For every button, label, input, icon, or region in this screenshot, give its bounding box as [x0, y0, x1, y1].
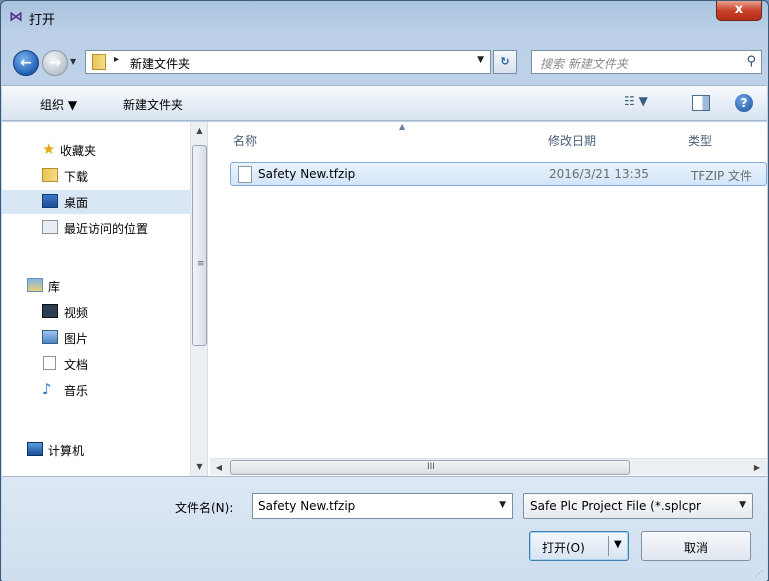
- back-arrow-icon[interactable]: ←: [13, 50, 39, 76]
- window-title: 打开: [29, 13, 56, 28]
- column-header-label: 修改日期: [548, 134, 597, 148]
- cancel-button[interactable]: 取消: [641, 531, 751, 561]
- forward-arrow-icon[interactable]: →: [42, 50, 68, 76]
- sidebar-item-music[interactable]: ♪ 音乐: [2, 378, 190, 402]
- cancel-button-label: 取消: [683, 541, 708, 555]
- breadcrumb-separator[interactable]: ▸: [114, 54, 119, 65]
- filter-value: Safe Plc Project File (*.splcpr: [530, 499, 701, 513]
- computer-icon: [27, 442, 43, 456]
- library-icon: [27, 278, 43, 292]
- sidebar-item-documents[interactable]: 文档: [2, 352, 190, 376]
- breadcrumb-current[interactable]: 新建文件夹: [130, 55, 190, 72]
- sidebar-item-label: 库: [48, 280, 61, 294]
- navigation-bar: ← → ▼ ▸ 新建文件夹 ▼ ↻ 搜索 新建文件夹 ⚲: [1, 41, 768, 81]
- sidebar-item-desktop[interactable]: 桌面: [2, 190, 190, 214]
- dialog-footer: 文件名(N): Safety New.tfzip ▼ Safe Plc Proj…: [2, 476, 767, 581]
- open-options-dropdown-icon[interactable]: ▼: [614, 539, 622, 550]
- sidebar-item-computer[interactable]: 计算机: [2, 438, 190, 462]
- column-header-label: 名称: [233, 134, 258, 148]
- sidebar-item-label: 收藏夹: [60, 144, 97, 158]
- sidebar-item-pictures[interactable]: 图片: [2, 326, 190, 350]
- help-icon[interactable]: ?: [735, 94, 753, 112]
- filename-value[interactable]: Safety New.tfzip: [258, 499, 355, 513]
- filename-dropdown-icon[interactable]: ▼: [499, 500, 506, 510]
- sidebar-item-label: 图片: [64, 332, 89, 346]
- column-header-type[interactable]: 类型: [688, 122, 767, 154]
- address-bar[interactable]: ▸ 新建文件夹 ▼: [85, 50, 491, 74]
- sidebar-item-label: 音乐: [64, 384, 89, 398]
- search-input[interactable]: 搜索 新建文件夹 ⚲: [531, 50, 762, 74]
- music-icon: ♪: [42, 380, 52, 398]
- sort-ascending-icon: ▲: [399, 122, 406, 131]
- browser-body: ★ 收藏夹 下载 桌面 最近访问的位置 库 视频 图片 文档 ♪ 音乐 计算机 …: [2, 122, 767, 476]
- file-icon: [238, 166, 252, 183]
- resize-grip-icon[interactable]: ⋰: [755, 569, 763, 578]
- sidebar-item-label: 下载: [64, 170, 89, 184]
- preview-pane-icon[interactable]: [692, 95, 710, 111]
- search-placeholder: 搜索 新建文件夹: [540, 57, 628, 71]
- scroll-left-icon[interactable]: ◀: [212, 459, 226, 476]
- column-header-modified[interactable]: 修改日期: [548, 122, 686, 154]
- file-modified: 2016/3/21 13:35: [549, 167, 649, 181]
- scroll-thumb[interactable]: III: [230, 460, 630, 475]
- sidebar-item-recent[interactable]: 最近访问的位置: [2, 216, 190, 240]
- change-view-icon[interactable]: ☷ ▼: [624, 94, 668, 114]
- sidebar-item-libraries[interactable]: 库: [2, 274, 190, 298]
- folder-icon: [92, 54, 106, 70]
- file-row[interactable]: Safety New.tfzip 2016/3/21 13:35 TFZIP 文…: [230, 162, 767, 186]
- sidebar-item-label: 视频: [64, 306, 89, 320]
- navigation-scrollbar[interactable]: ▲ ≡ ▼: [190, 122, 207, 476]
- download-folder-icon: [42, 168, 58, 182]
- organize-menu-button[interactable]: 组织 ▼: [40, 96, 77, 113]
- scroll-down-icon[interactable]: ▼: [191, 458, 208, 475]
- new-folder-button[interactable]: 新建文件夹: [123, 96, 183, 113]
- scroll-right-icon[interactable]: ▶: [750, 459, 764, 476]
- file-type: TFZIP 文件: [691, 169, 753, 183]
- open-button[interactable]: 打开(O) ▼: [529, 531, 629, 561]
- column-header-label: 类型: [688, 134, 713, 148]
- recent-places-icon: [42, 220, 58, 234]
- scroll-up-icon[interactable]: ▲: [191, 122, 208, 139]
- command-toolbar: 组织 ▼ 新建文件夹 ☷ ▼ ?: [2, 85, 767, 121]
- video-icon: [42, 304, 58, 318]
- file-name: Safety New.tfzip: [258, 167, 356, 181]
- title-bar[interactable]: ⋈ 打开 x: [1, 1, 768, 35]
- sidebar-item-label: 文档: [64, 358, 89, 372]
- search-icon[interactable]: ⚲: [746, 54, 756, 69]
- grip-icon: III: [427, 462, 435, 472]
- file-type-filter[interactable]: Safe Plc Project File (*.splcpr ▼: [523, 493, 753, 519]
- close-button[interactable]: x: [716, 1, 762, 21]
- desktop-icon: [42, 194, 58, 208]
- sidebar-item-videos[interactable]: 视频: [2, 300, 190, 324]
- open-file-dialog: ⋈ 打开 x ← → ▼ ▸ 新建文件夹 ▼ ↻ 搜索 新建文件夹 ⚲ 组织 ▼…: [0, 0, 769, 581]
- grip-icon: ≡: [197, 259, 205, 269]
- star-icon: ★: [42, 140, 56, 158]
- visual-studio-icon: ⋈: [9, 9, 23, 25]
- file-list-pane: 名称 ▲ 修改日期 类型 Safety New.tfzip 2016/3/21 …: [210, 122, 767, 476]
- address-dropdown-icon[interactable]: ▼: [477, 55, 484, 65]
- filename-label: 文件名(N):: [175, 501, 234, 515]
- split-divider: [608, 536, 609, 556]
- sidebar-item-label: 桌面: [64, 196, 89, 210]
- refresh-icon[interactable]: ↻: [493, 50, 517, 74]
- sidebar-item-label: 最近访问的位置: [64, 222, 149, 236]
- filter-dropdown-icon[interactable]: ▼: [736, 500, 746, 510]
- recent-pages-dropdown-icon[interactable]: ▼: [70, 55, 80, 69]
- document-icon: [43, 356, 56, 370]
- sidebar-item-label: 计算机: [48, 444, 85, 458]
- open-button-label: 打开(O): [542, 541, 585, 555]
- navigation-pane: ★ 收藏夹 下载 桌面 最近访问的位置 库 视频 图片 文档 ♪ 音乐 计算机 …: [2, 122, 208, 476]
- filename-field[interactable]: Safety New.tfzip ▼: [252, 493, 513, 519]
- sidebar-item-downloads[interactable]: 下载: [2, 164, 190, 188]
- scroll-thumb[interactable]: ≡: [192, 145, 207, 346]
- column-header-name[interactable]: 名称 ▲: [233, 122, 543, 154]
- file-list-scrollbar[interactable]: ◀ III ▶: [210, 458, 767, 475]
- picture-icon: [42, 330, 58, 344]
- sidebar-item-favorites[interactable]: ★ 收藏夹: [2, 138, 190, 162]
